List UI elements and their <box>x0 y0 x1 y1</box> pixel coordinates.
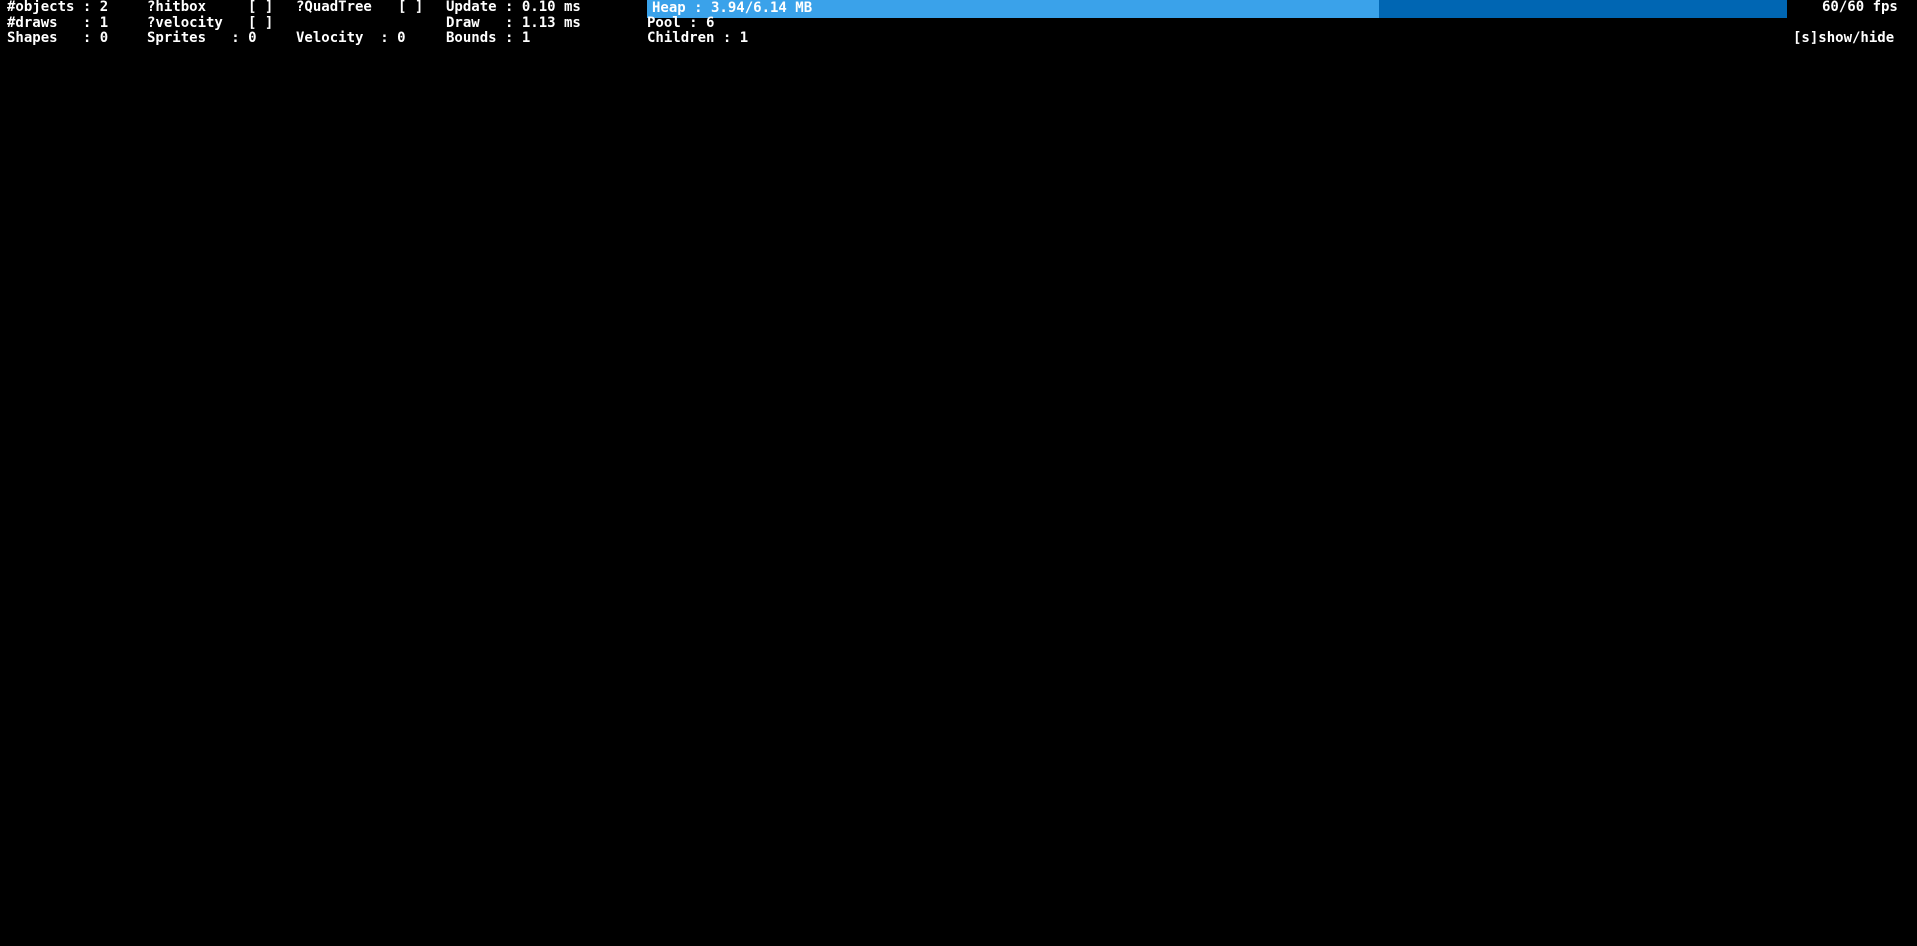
pool-count: Pool : 6 <box>647 15 715 31</box>
sprites-count: Sprites : 0 <box>147 30 257 46</box>
velocity-label: ?velocity <box>147 15 223 31</box>
objects-count: #objects : 2 <box>7 0 109 15</box>
shapes-count: Shapes : 0 <box>7 30 109 46</box>
quadtree-label: ?QuadTree <box>296 0 372 15</box>
draws-count: #draws : 1 <box>7 15 109 31</box>
children-count: Children : 1 <box>647 30 749 46</box>
heap-usage-bar: Heap : 3.94/6.14 MB <box>647 0 1787 18</box>
quadtree-checkbox[interactable]: [ ] <box>398 0 423 15</box>
show-hide-toggle[interactable]: [s]show/hide <box>1793 31 1894 46</box>
velocity-checkbox[interactable]: [ ] <box>248 16 273 31</box>
hitbox-label: ?hitbox <box>147 0 207 15</box>
update-time: Update : 0.10 ms <box>446 0 581 15</box>
draw-time: Draw : 1.13 ms <box>446 15 581 31</box>
fps-counter: 60/60 fps <box>1822 0 1898 15</box>
bounds-count: Bounds : 1 <box>446 30 531 46</box>
game-canvas: #objects : 2 ?hitbox [ ] ?QuadTree [ ] U… <box>0 0 1917 946</box>
hitbox-checkbox[interactable]: [ ] <box>248 0 273 15</box>
heap-label: Heap : 3.94/6.14 MB <box>652 0 813 16</box>
velocity-count: Velocity : 0 <box>296 30 406 46</box>
